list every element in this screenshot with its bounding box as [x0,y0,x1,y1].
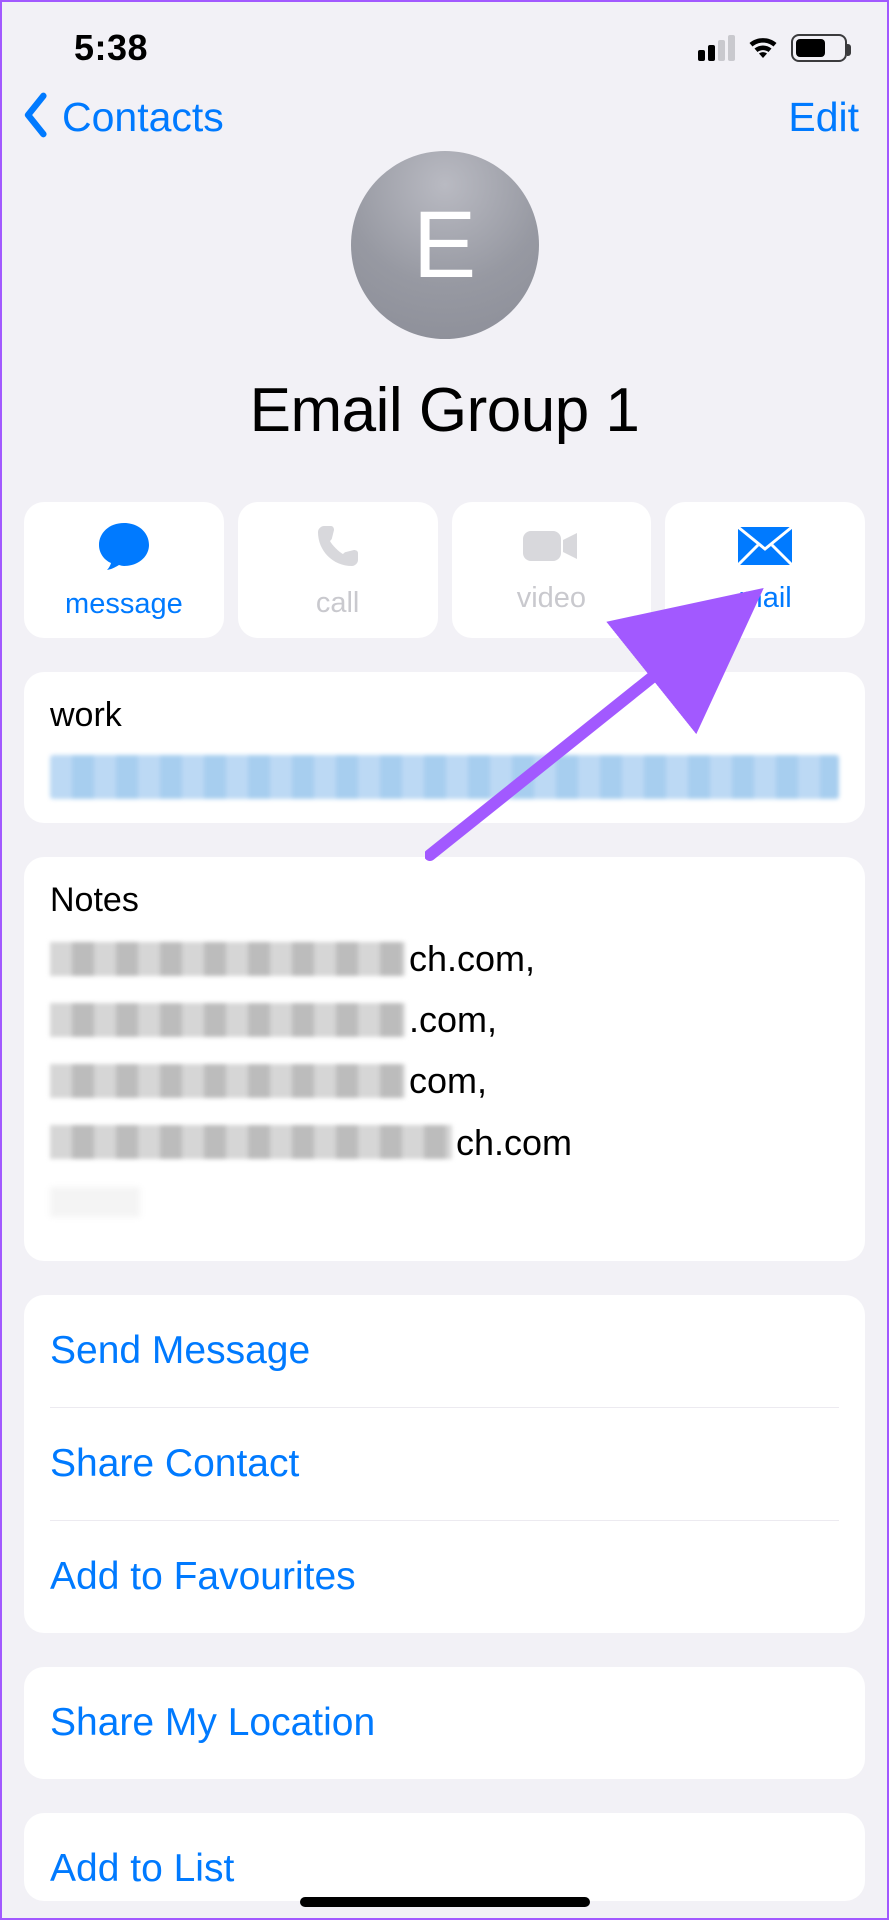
email-card[interactable]: work [24,672,865,823]
avatar[interactable]: E [351,151,539,339]
contact-header: E Email Group 1 [2,151,887,446]
notes-line-4: ch.com [50,1112,839,1173]
edit-button[interactable]: Edit [788,94,859,141]
message-button[interactable]: message [24,502,224,638]
video-icon [519,525,583,572]
call-label: call [316,587,360,620]
options-card: Send Message Share Contact Add to Favour… [24,1295,865,1633]
notes-card[interactable]: Notes ch.com, .com, com, ch.com [24,857,865,1261]
location-card: Share My Location [24,1667,865,1779]
email-value-redacted [50,755,839,799]
share-contact-item[interactable]: Share Contact [50,1408,839,1521]
mail-label: mail [739,582,792,615]
email-field-label: work [50,696,839,735]
mail-icon [736,525,794,572]
send-message-item[interactable]: Send Message [50,1295,839,1408]
notes-line-3: com, [50,1050,839,1111]
video-button: video [452,502,652,638]
notes-line-1: ch.com, [50,928,839,989]
notes-label: Notes [50,881,839,920]
status-icons [698,33,847,64]
back-label: Contacts [62,94,224,141]
wifi-icon [745,33,781,64]
cellular-icon [698,35,735,61]
notes-line-5 [50,1173,839,1231]
call-button: call [238,502,438,638]
message-icon [95,519,153,578]
mail-button[interactable]: mail [665,502,865,638]
video-label: video [517,582,586,615]
phone-icon [312,520,364,577]
status-time: 5:38 [74,27,148,69]
share-my-location-item[interactable]: Share My Location [50,1667,839,1779]
battery-icon [791,34,847,62]
status-bar: 5:38 [2,2,887,82]
add-to-favourites-item[interactable]: Add to Favourites [50,1521,839,1633]
message-label: message [65,588,183,621]
add-to-list-item[interactable]: Add to List [50,1813,839,1901]
chevron-left-icon [16,92,58,143]
add-to-list-card: Add to List [24,1813,865,1901]
action-row: message call video mail [2,502,887,672]
home-indicator[interactable] [300,1897,590,1907]
nav-bar: Contacts Edit [2,82,887,151]
contact-name: Email Group 1 [2,375,887,446]
notes-line-2: .com, [50,989,839,1050]
back-button[interactable]: Contacts [16,92,224,143]
